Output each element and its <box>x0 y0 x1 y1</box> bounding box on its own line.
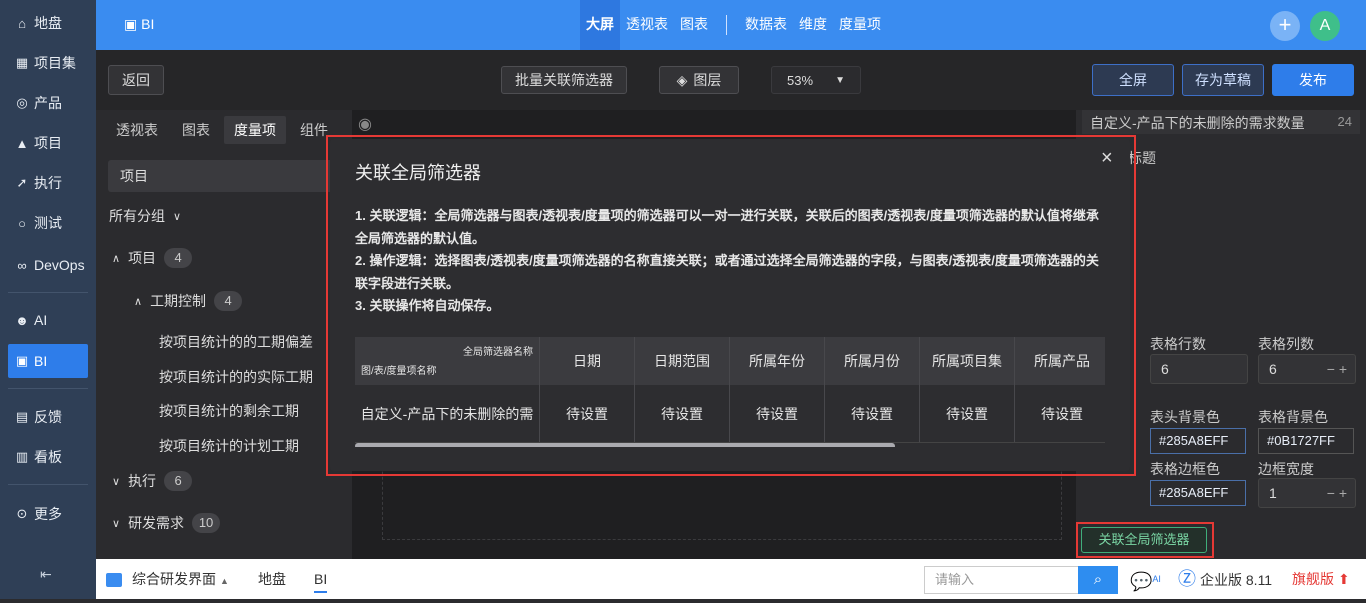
filter-cell[interactable]: 待设置 <box>825 385 920 442</box>
modal-overlay: 关联全局筛选器 × 1. 关联逻辑：全局筛选器与图表/透视表/度量项的筛选器可以… <box>0 0 1366 599</box>
close-icon[interactable]: × <box>1101 147 1113 170</box>
filter-cell[interactable]: 待设置 <box>920 385 1015 442</box>
column-header: 日期范围 <box>635 337 730 385</box>
row-name: 自定义-产品下的未删除的需 <box>355 385 540 442</box>
column-header: 所属年份 <box>730 337 825 385</box>
table-row: 自定义-产品下的未删除的需 待设置 待设置 待设置 待设置 待设置 待设置 <box>355 385 1105 443</box>
table-header: 全局筛选器名称 图/表/度量项名称 日期 日期范围 所属年份 所属月份 所属项目… <box>355 337 1105 385</box>
column-header: 日期 <box>540 337 635 385</box>
modal-description: 1. 关联逻辑：全局筛选器与图表/透视表/度量项的筛选器可以一对一进行关联，关联… <box>355 208 1099 313</box>
filter-cell[interactable]: 待设置 <box>1015 385 1105 442</box>
filter-cell[interactable]: 待设置 <box>635 385 730 442</box>
filter-cell[interactable]: 待设置 <box>730 385 825 442</box>
corner-header: 全局筛选器名称 图/表/度量项名称 <box>355 337 540 385</box>
filter-cell[interactable]: 待设置 <box>540 385 635 442</box>
column-header: 所属项目集 <box>920 337 1015 385</box>
association-table: 全局筛选器名称 图/表/度量项名称 日期 日期范围 所属年份 所属月份 所属项目… <box>355 337 1105 447</box>
associate-filter-modal: 关联全局筛选器 × 1. 关联逻辑：全局筛选器与图表/透视表/度量项的筛选器可以… <box>330 139 1130 471</box>
column-header: 所属产品 <box>1015 337 1105 385</box>
modal-title: 关联全局筛选器 <box>355 163 481 183</box>
column-header: 所属月份 <box>825 337 920 385</box>
horizontal-scrollbar[interactable] <box>355 443 895 447</box>
